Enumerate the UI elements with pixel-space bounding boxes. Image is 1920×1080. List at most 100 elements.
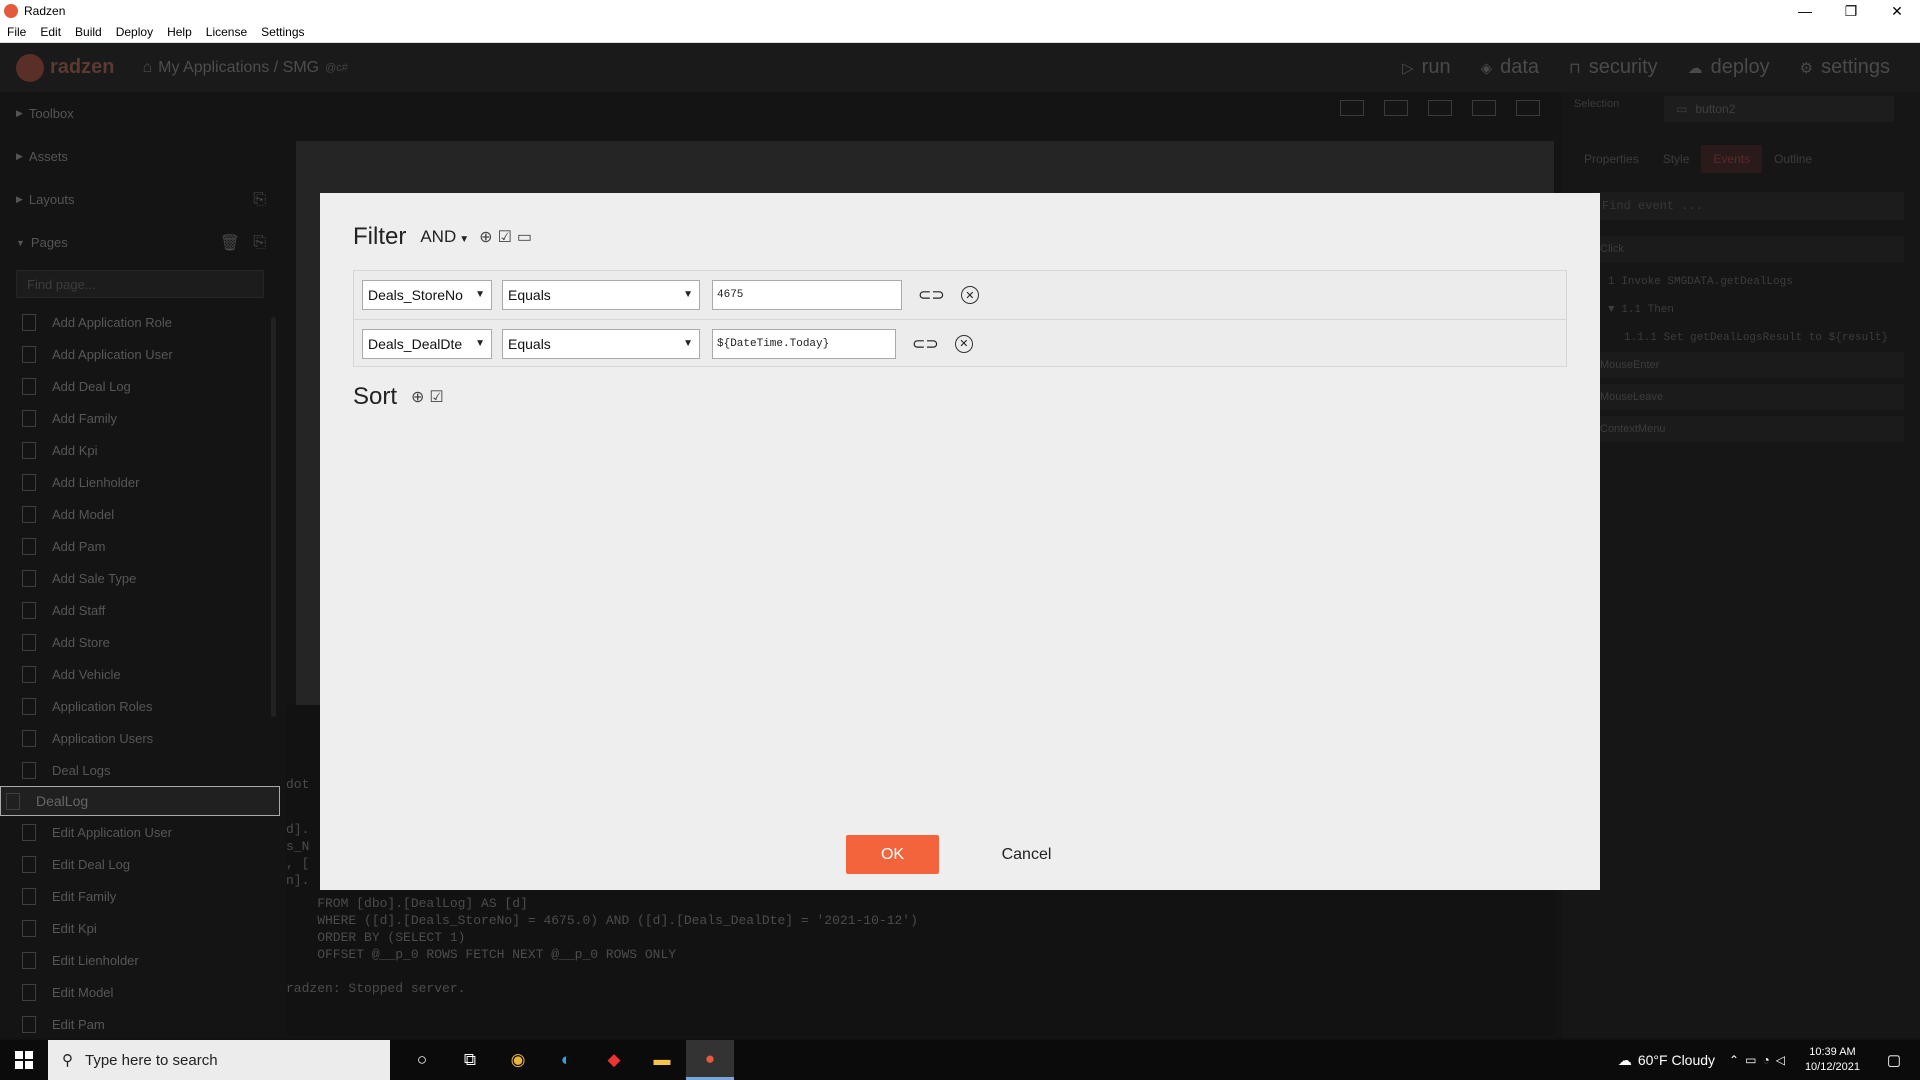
menu-build[interactable]: Build	[68, 25, 109, 39]
page-item[interactable]: Add Model	[0, 498, 280, 530]
breadcrumb[interactable]: ⌂ My Applications / SMG @c#	[142, 59, 347, 77]
phone-portrait-icon[interactable]	[1340, 100, 1364, 116]
add-sort-icon[interactable]: ⊕	[411, 387, 424, 407]
edit-filter-icon[interactable]: ☑	[498, 227, 512, 247]
tray-icons[interactable]: ⌃▭◔◁	[1729, 1053, 1791, 1067]
group-filter-icon[interactable]: ▭	[517, 227, 532, 247]
page-item[interactable]: Edit Deal Log	[0, 848, 280, 880]
section-assets[interactable]: ▶ Assets	[0, 135, 280, 178]
event-contextmenu-header[interactable]: ContextMenu	[1594, 416, 1904, 442]
notifications-icon[interactable]: ▢	[1876, 1051, 1912, 1069]
link-icon[interactable]: ⊂⊃	[912, 334, 939, 354]
add-filter-icon[interactable]: ⊕	[479, 227, 492, 247]
section-layouts[interactable]: ▶ Layouts ⎘	[0, 178, 280, 221]
link-icon[interactable]: ⊂⊃	[918, 285, 945, 305]
clock[interactable]: 10:39 AM 10/12/2021	[1805, 1045, 1860, 1075]
remove-filter-icon[interactable]: ✕	[960, 286, 979, 304]
remove-filter-icon[interactable]: ✕	[954, 334, 973, 353]
chrome-icon[interactable]: ◉	[494, 1040, 542, 1080]
restore-button[interactable]: ❐	[1828, 0, 1874, 22]
radzen-taskbar-icon[interactable]: ●	[686, 1040, 734, 1080]
filter-operator-select[interactable]: Equals ▼	[502, 280, 700, 310]
filter-field-select[interactable]: Deals_DealDte ▼	[362, 328, 492, 359]
logic-operator-dropdown[interactable]: AND ▼	[420, 227, 469, 247]
taskbar-search[interactable]: ⚲ Type here to search	[48, 1040, 390, 1080]
menu-file[interactable]: File	[0, 25, 33, 39]
cancel-button[interactable]: Cancel	[980, 835, 1073, 874]
page-item[interactable]: Add Kpi	[0, 434, 280, 466]
new-page-icon[interactable]: ⎘	[253, 234, 266, 252]
new-layout-icon[interactable]: ⎘	[253, 191, 266, 209]
page-item[interactable]: Edit Application User	[0, 816, 280, 848]
filter-value-input[interactable]: 4675	[712, 280, 902, 310]
event-mouseenter-header[interactable]: MouseEnter	[1594, 352, 1904, 378]
filter-field-select[interactable]: Deals_StoreNo ▼	[362, 280, 492, 310]
filter-value-input[interactable]: ${DateTime.Today}	[712, 328, 896, 359]
phone-landscape-icon[interactable]	[1384, 100, 1408, 116]
app-red-diamond-icon[interactable]: ◆	[590, 1040, 638, 1080]
desktop-icon[interactable]	[1516, 100, 1540, 116]
battery-icon[interactable]: ▭	[1745, 1053, 1762, 1067]
nav-security[interactable]: ⊓ security	[1569, 56, 1658, 79]
section-toolbox[interactable]: ▶ Toolbox	[0, 92, 280, 135]
find-event-input[interactable]: Find event ...	[1594, 192, 1904, 220]
click-action[interactable]: 1 Invoke SMGDATA.getDealLogs	[1608, 268, 1904, 296]
page-item[interactable]: Deal Logs	[0, 754, 280, 786]
task-view-icon[interactable]: ⧉	[446, 1040, 494, 1080]
page-item[interactable]: Add Sale Type	[0, 562, 280, 594]
page-item[interactable]: Edit Lienholder	[0, 944, 280, 976]
nav-run[interactable]: ▷ run	[1402, 56, 1450, 79]
weather-widget[interactable]: ☁ 60°F Cloudy	[1618, 1052, 1715, 1069]
close-button[interactable]: ✕	[1874, 0, 1920, 22]
event-click-header[interactable]: Click	[1594, 236, 1904, 262]
ok-button[interactable]: OK	[846, 835, 939, 874]
cortana-icon[interactable]: ○	[398, 1040, 446, 1080]
start-button[interactable]	[0, 1040, 48, 1080]
tab-style[interactable]: Style	[1651, 145, 1702, 173]
volume-icon[interactable]: ◁	[1776, 1053, 1791, 1067]
tab-properties[interactable]: Properties	[1572, 145, 1651, 173]
menu-license[interactable]: License	[199, 25, 254, 39]
tab-outline[interactable]: Outline	[1762, 145, 1824, 173]
page-item[interactable]: Add Vehicle	[0, 658, 280, 690]
menu-settings[interactable]: Settings	[254, 25, 311, 39]
page-item[interactable]: Edit Kpi	[0, 912, 280, 944]
page-item[interactable]: DealLog	[0, 786, 280, 816]
page-item[interactable]: Add Application Role	[0, 306, 280, 338]
filter-operator-select[interactable]: Equals ▼	[502, 328, 700, 359]
network-icon[interactable]: ◔	[1762, 1053, 1775, 1067]
page-item[interactable]: Application Roles	[0, 690, 280, 722]
sidebar-scrollbar[interactable]	[271, 317, 276, 717]
page-item[interactable]: Add Deal Log	[0, 370, 280, 402]
menu-deploy[interactable]: Deploy	[109, 25, 160, 39]
delete-page-icon[interactable]: 🗑	[220, 233, 240, 253]
tablet-portrait-icon[interactable]	[1428, 100, 1452, 116]
chevron-up-icon[interactable]: ⌃	[1729, 1053, 1745, 1067]
page-item[interactable]: Add Application User	[0, 338, 280, 370]
find-page-input[interactable]: Find page...	[16, 270, 264, 298]
nav-deploy[interactable]: ☁ deploy	[1688, 56, 1770, 79]
menu-edit[interactable]: Edit	[33, 25, 68, 39]
event-mouseleave-header[interactable]: MouseLeave	[1594, 384, 1904, 410]
brand[interactable]: radzen	[16, 53, 114, 82]
page-item[interactable]: Add Lienholder	[0, 466, 280, 498]
page-item[interactable]: Add Family	[0, 402, 280, 434]
page-item[interactable]: Edit Model	[0, 976, 280, 1008]
click-action[interactable]: ▼ 1.1 Then	[1608, 296, 1904, 324]
page-item[interactable]: Add Pam	[0, 530, 280, 562]
page-item[interactable]: Add Store	[0, 626, 280, 658]
page-item[interactable]: Edit Family	[0, 880, 280, 912]
click-action[interactable]: 1.1.1 Set getDealLogsResult to ${result}	[1608, 324, 1904, 352]
menu-help[interactable]: Help	[160, 25, 199, 39]
minimize-button[interactable]: —	[1782, 0, 1828, 22]
tab-events[interactable]: Events	[1701, 145, 1763, 173]
page-item[interactable]: Application Users	[0, 722, 280, 754]
section-pages[interactable]: ▼ Pages 🗑 ⎘	[0, 221, 280, 264]
nav-data[interactable]: ◈ data	[1481, 56, 1539, 79]
page-item[interactable]: Add Staff	[0, 594, 280, 626]
selection-dropdown[interactable]: ▭ button2	[1664, 96, 1894, 122]
tablet-landscape-icon[interactable]	[1472, 100, 1496, 116]
file-explorer-icon[interactable]: ▬	[638, 1040, 686, 1080]
edge-icon[interactable]: ◐	[542, 1040, 590, 1080]
page-item[interactable]: Edit Pam	[0, 1008, 280, 1038]
